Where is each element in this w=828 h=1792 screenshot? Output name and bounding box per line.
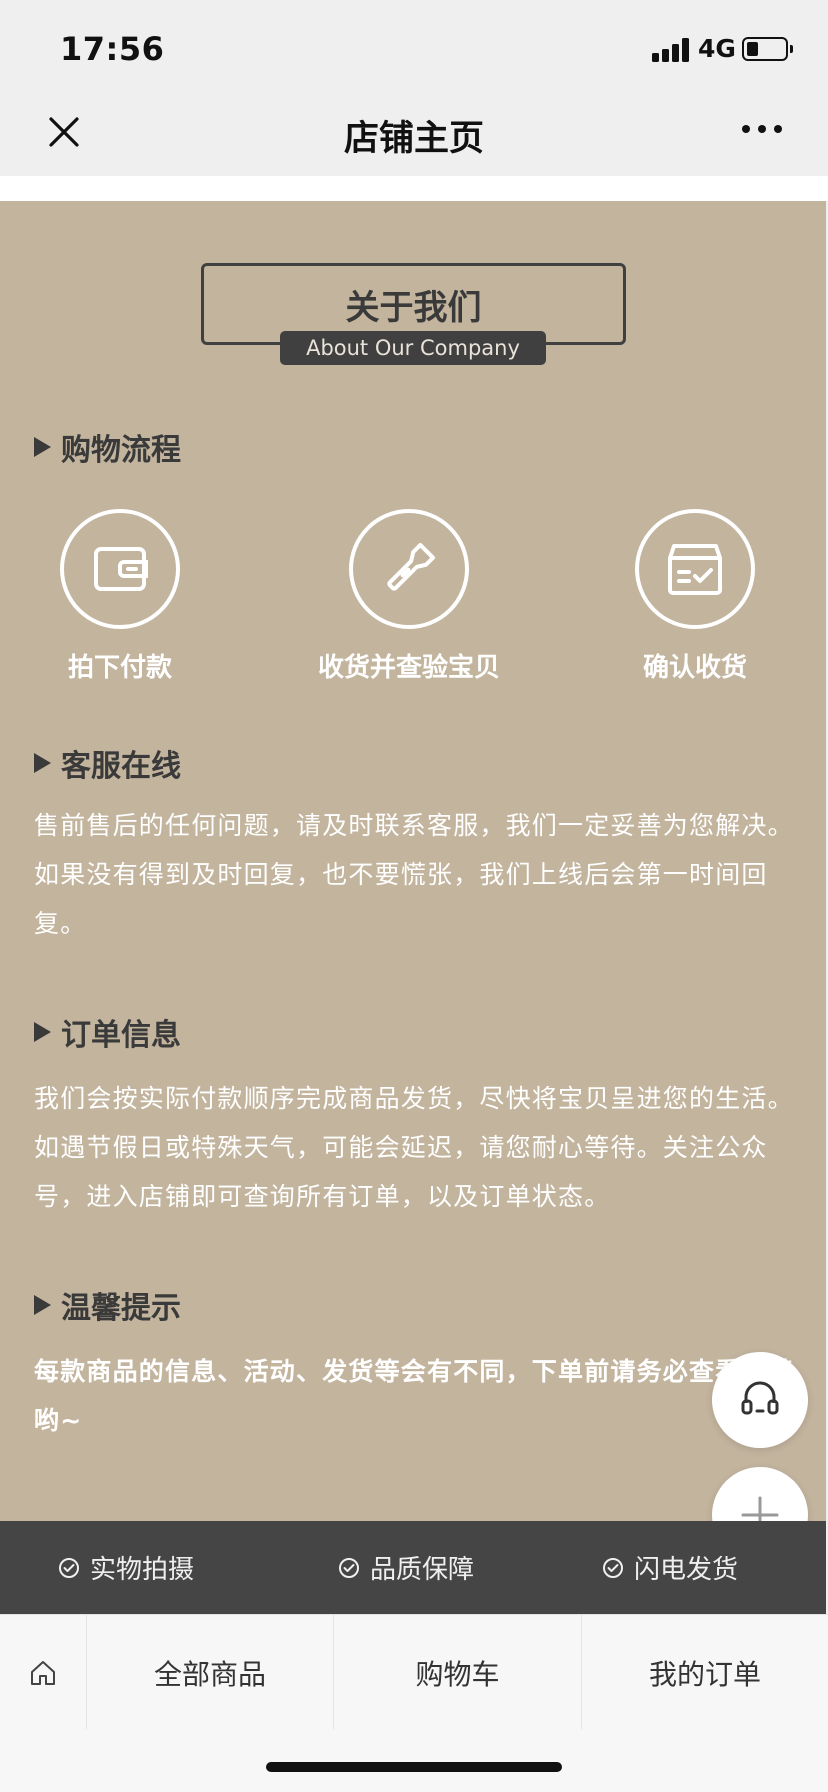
customer-service-text: 售前售后的任何问题，请及时联系客服，我们一定妥善为您解决。如果没有得到及时回复，…	[34, 811, 794, 938]
check-circle-icon	[59, 1557, 79, 1578]
order-info-text: 我们会按实际付款顺序完成商品发货，尽快将宝贝呈进您的生活。如遇节假日或特殊天气，…	[34, 1084, 794, 1211]
step-label: 收货并查验宝贝	[317, 653, 500, 683]
tab-my-orders[interactable]: 我的订单	[582, 1615, 828, 1730]
triangle-icon	[34, 1022, 51, 1042]
guarantee-label: 闪电发货	[634, 1555, 739, 1585]
signal-icon	[652, 38, 692, 62]
network-label: 4G	[698, 34, 736, 63]
section-order-info: 订单信息	[34, 1011, 181, 1053]
guarantee-label: 实物拍摄	[90, 1555, 195, 1585]
step-label: 确认收货	[642, 653, 747, 683]
guarantee-item: 闪电发货	[602, 1521, 738, 1614]
wallet-icon	[60, 509, 180, 629]
step-pay: 拍下付款	[0, 509, 240, 684]
check-circle-icon	[339, 1557, 359, 1578]
guarantee-bar: 实物拍摄 品质保障 闪电发货	[0, 1521, 826, 1614]
status-time: 17:56	[60, 30, 165, 68]
triangle-icon	[34, 437, 51, 457]
guarantee-item: 实物拍摄	[58, 1521, 194, 1614]
section-customer-service: 客服在线	[34, 742, 181, 784]
safe-area	[0, 1729, 828, 1792]
headset-icon	[741, 1381, 779, 1415]
check-circle-icon	[603, 1557, 623, 1578]
tab-all-products[interactable]: 全部商品	[87, 1615, 333, 1730]
step-label: 拍下付款	[67, 653, 172, 683]
section-tips: 温馨提示	[34, 1284, 181, 1326]
section-title: 客服在线	[61, 749, 181, 784]
section-title: 购物流程	[61, 433, 181, 468]
status-bar: 17:56 4G	[0, 0, 828, 96]
guarantee-label: 品质保障	[370, 1555, 475, 1585]
section-title: 温馨提示	[61, 1291, 181, 1326]
section-title: 订单信息	[61, 1018, 181, 1053]
triangle-icon	[34, 1295, 51, 1315]
box-check-icon	[635, 509, 755, 629]
about-subtitle: About Our Company	[280, 331, 546, 365]
tab-home[interactable]	[0, 1615, 86, 1730]
customer-service-button[interactable]	[712, 1352, 808, 1448]
tab-cart[interactable]: 购物车	[334, 1615, 581, 1730]
divider	[0, 176, 828, 201]
page-title: 店铺主页	[343, 119, 484, 159]
bottom-tab-bar: 全部商品 购物车 我的订单	[0, 1614, 828, 1730]
flashlight-icon	[349, 509, 469, 629]
guarantee-item: 品质保障	[338, 1521, 474, 1614]
nav-bar: 店铺主页	[0, 96, 828, 176]
tips-text: 每款商品的信息、活动、发货等会有不同，下单前请务必查看清楚哟~	[34, 1357, 794, 1435]
step-confirm: 确认收货	[575, 509, 815, 684]
section-shopping-flow: 购物流程	[34, 426, 181, 468]
step-inspect: 收货并查验宝贝	[289, 509, 529, 684]
shop-about-panel: 关于我们 About Our Company 购物流程 拍下付款 收货并查验宝贝	[0, 201, 826, 1521]
home-indicator	[266, 1762, 562, 1772]
more-icon[interactable]	[740, 122, 784, 136]
triangle-icon	[34, 753, 51, 773]
about-title: 关于我们	[345, 288, 482, 328]
home-icon	[31, 1660, 55, 1685]
battery-icon	[742, 37, 793, 61]
